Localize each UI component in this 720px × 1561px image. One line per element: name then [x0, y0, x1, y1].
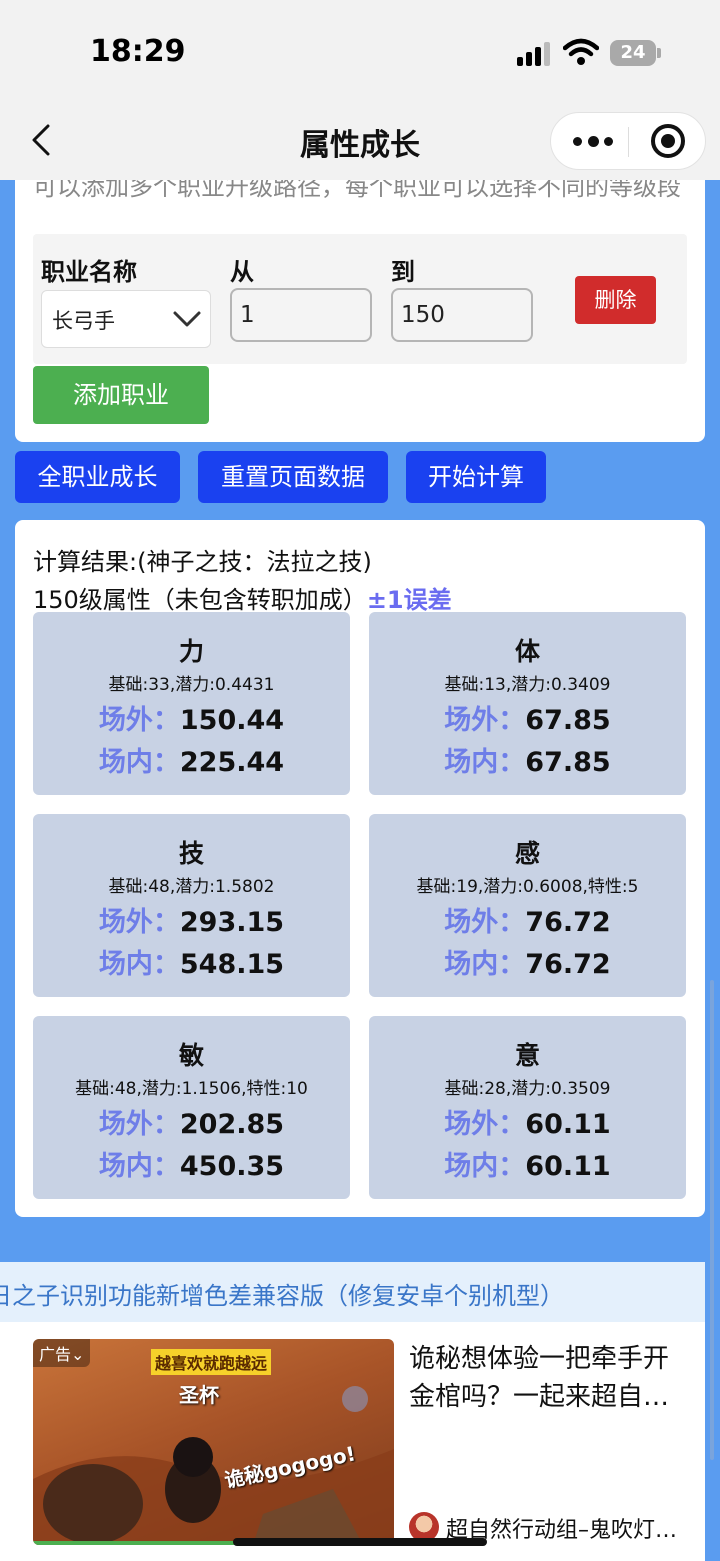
inside-value: 76.72	[525, 949, 611, 980]
stat-box-vitality: 体 基础:13,潜力:0.3409 场外：67.85 场内：67.85	[369, 612, 686, 795]
stat-inside: 场内：60.11	[369, 1144, 686, 1183]
inside-label: 场内：	[444, 1151, 526, 1182]
inside-label: 场内：	[98, 747, 180, 778]
error-note: ±1误差	[366, 586, 452, 614]
stat-inside: 场内：225.44	[33, 740, 350, 779]
ad-image[interactable]: 广告⌄ 越喜欢就跑越远 圣杯 诡秘gogogo!	[33, 1339, 394, 1545]
ad-tag[interactable]: 广告⌄	[33, 1339, 91, 1367]
inside-label: 场内：	[444, 949, 526, 980]
stat-inside: 场内：76.72	[369, 942, 686, 981]
from-label: 从	[230, 258, 254, 286]
outside-label: 场外：	[444, 907, 526, 938]
outside-value: 76.72	[525, 907, 611, 938]
to-label: 到	[391, 258, 415, 286]
signal-icon	[517, 42, 551, 66]
stat-name: 技	[178, 839, 204, 868]
outside-label: 场外：	[98, 705, 180, 736]
chevron-down-icon	[173, 311, 201, 327]
all-job-growth-button[interactable]: 全职业成长	[15, 451, 180, 503]
close-target-icon[interactable]	[651, 124, 685, 158]
outside-value: 293.15	[179, 907, 285, 938]
stat-box-agility: 敏 基础:48,潜力:1.1506,特性:10 场外：202.85 场内：450…	[33, 1016, 350, 1199]
outside-label: 场外：	[444, 705, 526, 736]
stat-name: 意	[514, 1041, 540, 1070]
ad-headline[interactable]: 诡秘想体验一把牵手开金棺吗？一起来超自…	[409, 1340, 691, 1416]
job-name-label: 职业名称	[41, 258, 137, 286]
stat-box-perception: 感 基础:19,潜力:0.6008,特性:5 场外：76.72 场内：76.72	[369, 814, 686, 997]
stat-outside: 场外：76.72	[369, 900, 686, 939]
from-level-input[interactable]: 1	[230, 288, 372, 342]
outside-label: 场外：	[98, 1109, 180, 1140]
stat-box-will: 意 基础:28,潜力:0.3509 场外：60.11 场内：60.11	[369, 1016, 686, 1199]
ad-slogan: 越喜欢就跑越远	[151, 1349, 272, 1375]
notice-banner[interactable]: 日之子识别功能新增色差兼容版（修复安卓个别机型）	[0, 1262, 705, 1322]
add-job-button[interactable]: 添加职业	[33, 366, 209, 424]
status-bar: 18:29 24	[0, 0, 720, 100]
result-subtitle-text: 150级属性（未包含转职加成）	[33, 586, 367, 614]
wifi-icon	[563, 38, 599, 65]
result-subtitle: 150级属性（未包含转职加成）±1误差	[33, 580, 452, 615]
stat-inside: 场内：450.35	[33, 1144, 350, 1183]
stat-name: 体	[514, 637, 540, 666]
inside-value: 60.11	[525, 1151, 611, 1182]
job-select[interactable]: 长弓手	[41, 290, 211, 348]
stat-box-strength: 力 基础:33,潜力:0.4431 场外：150.44 场内：225.44	[33, 612, 350, 795]
battery-icon: 24	[610, 40, 656, 66]
result-title: 计算结果:(神子之技：法拉之技)	[33, 548, 372, 576]
ad-card[interactable]: 广告⌄ 越喜欢就跑越远 圣杯 诡秘gogogo! 诡秘想体验一把牵手开金棺吗？一…	[0, 1322, 705, 1561]
stat-base: 基础:28,潜力:0.3509	[444, 1079, 611, 1099]
inside-value: 450.35	[179, 1151, 285, 1182]
inside-value: 548.15	[179, 949, 285, 980]
outside-value: 60.11	[525, 1109, 611, 1140]
mini-program-capsule	[550, 112, 706, 170]
outside-value: 150.44	[179, 705, 285, 736]
outside-value: 202.85	[179, 1109, 285, 1140]
stat-outside: 场外：202.85	[33, 1102, 350, 1141]
outside-value: 67.85	[525, 705, 611, 736]
stat-outside: 场外：60.11	[369, 1102, 686, 1141]
inside-value: 67.85	[525, 747, 611, 778]
stat-base: 基础:19,潜力:0.6008,特性:5	[416, 877, 639, 897]
status-time: 18:29	[90, 34, 186, 69]
stat-base: 基础:48,潜力:1.5802	[108, 877, 275, 897]
to-level-input[interactable]: 150	[391, 288, 533, 342]
stat-name: 力	[178, 637, 204, 666]
inside-value: 225.44	[179, 747, 285, 778]
stat-outside: 场外：67.85	[369, 698, 686, 737]
stat-box-skill: 技 基础:48,潜力:1.5802 场外：293.15 场内：548.15	[33, 814, 350, 997]
stat-base: 基础:33,潜力:0.4431	[108, 675, 275, 695]
result-card: 计算结果:(神子之技：法拉之技) 150级属性（未包含转职加成）±1误差 力 基…	[15, 520, 705, 1217]
stat-base: 基础:13,潜力:0.3409	[444, 675, 611, 695]
reset-data-button[interactable]: 重置页面数据	[198, 451, 388, 503]
ad-grail-text: 圣杯	[179, 1383, 219, 1407]
inside-label: 场内：	[444, 747, 526, 778]
calculate-button[interactable]: 开始计算	[406, 451, 546, 503]
stat-inside: 场内：67.85	[369, 740, 686, 779]
inside-label: 场内：	[98, 1151, 180, 1182]
ad-progress-bar	[33, 1541, 257, 1545]
job-description: 可以添加多个职业升级路径，每个职业可以选择不同的等级段	[33, 180, 681, 201]
job-select-value: 长弓手	[52, 309, 115, 333]
more-icon[interactable]	[573, 136, 613, 147]
nav-bar: 属性成长	[0, 100, 720, 180]
stat-inside: 场内：548.15	[33, 942, 350, 981]
home-indicator[interactable]	[233, 1538, 487, 1546]
job-row: 职业名称 从 到 长弓手 1 150 删除	[33, 234, 687, 364]
delete-button[interactable]: 删除	[575, 276, 656, 324]
stat-base: 基础:48,潜力:1.1506,特性:10	[75, 1079, 308, 1099]
outside-label: 场外：	[444, 1109, 526, 1140]
stat-name: 敏	[178, 1041, 204, 1070]
job-path-card: 可以添加多个职业升级路径，每个职业可以选择不同的等级段 职业名称 从 到 长弓手…	[15, 180, 705, 442]
outside-label: 场外：	[98, 907, 180, 938]
battery-tip	[657, 48, 661, 58]
stat-outside: 场外：293.15	[33, 900, 350, 939]
scrollbar[interactable]	[710, 980, 714, 1460]
notice-text: 日之子识别功能新增色差兼容版（修复安卓个别机型）	[0, 1282, 564, 1310]
stat-outside: 场外：150.44	[33, 698, 350, 737]
inside-label: 场内：	[98, 949, 180, 980]
capsule-divider	[628, 127, 629, 157]
stat-name: 感	[514, 839, 540, 868]
